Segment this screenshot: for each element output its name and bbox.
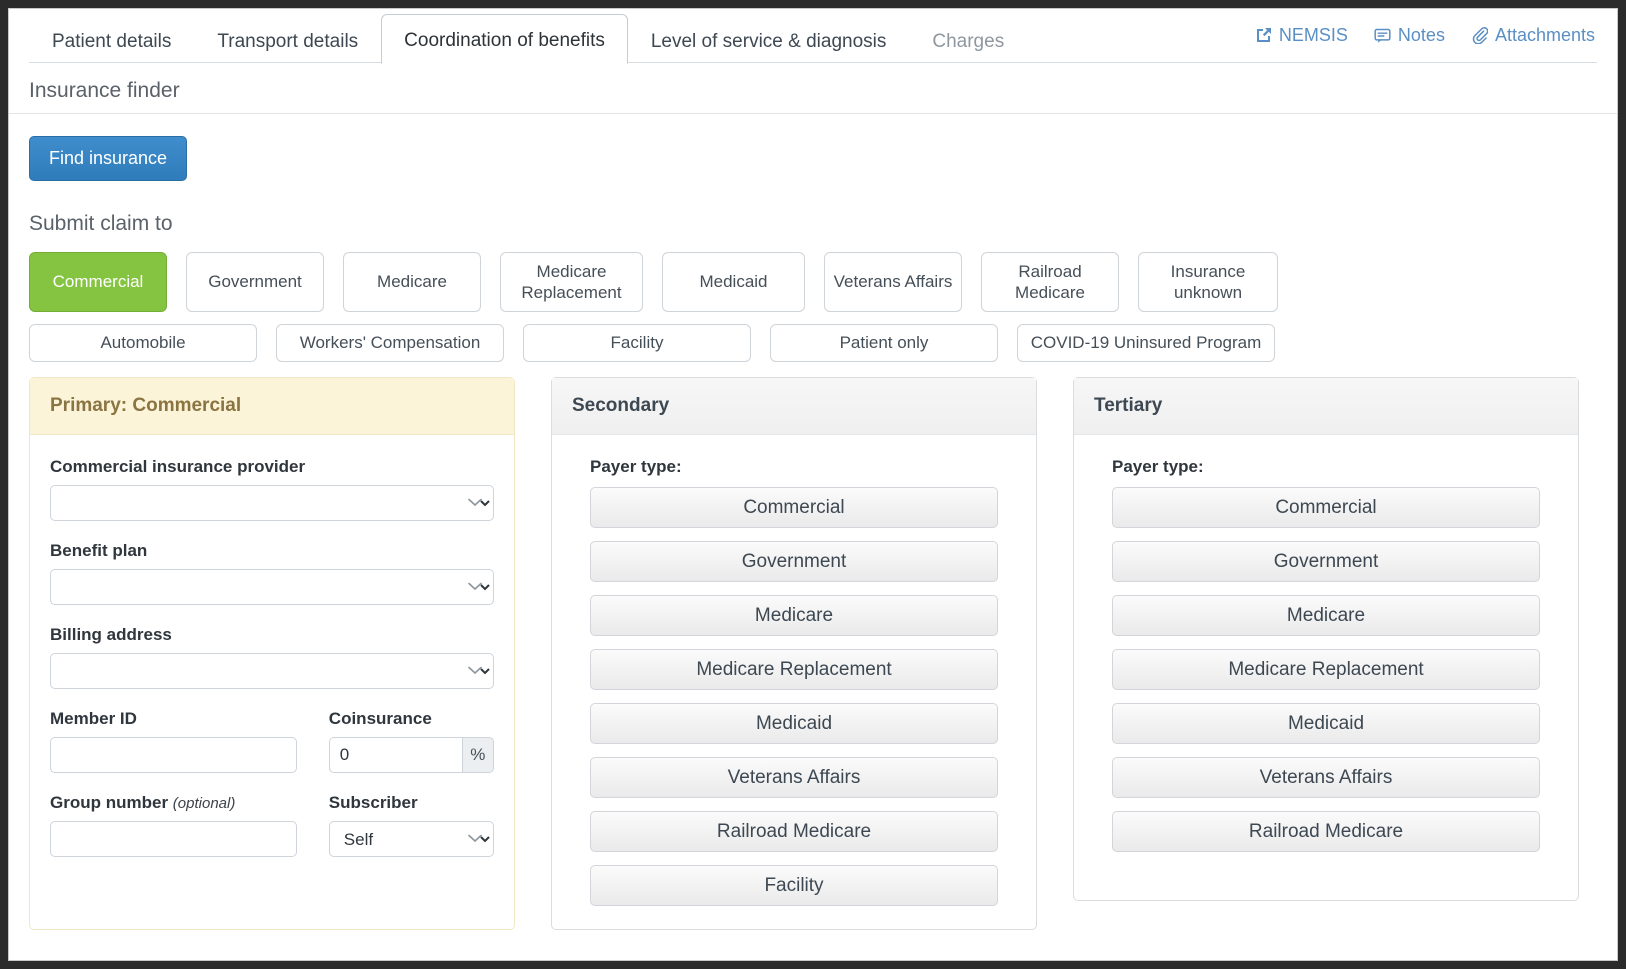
coverage-panels: Primary: Commercial Commercial insurance… [29,377,1597,930]
billing-address-select[interactable] [50,653,494,689]
submit-claim-row-1: Commercial Government Medicare Medicare Rep… [29,252,1597,312]
group-number-label-text: Group number [50,793,169,812]
billing-address-label: Billing address [50,625,172,644]
secondary-coverage-panel: Secondary Payer type: Commercial Governme… [551,377,1037,930]
tertiary-payer-veterans-affairs-button[interactable]: Veterans Affairs [1112,757,1540,798]
member-id-input[interactable] [50,737,297,773]
coinsurance-input[interactable] [328,737,463,773]
tab-bar: Patient details Transport details Coordina… [9,9,1617,64]
find-insurance-button[interactable]: Find insurance [29,136,188,181]
tertiary-payer-commercial-button[interactable]: Commercial [1112,487,1540,528]
nemsis-action-label: NEMSIS [1278,25,1348,45]
subscriber-field: Subscriber Self [328,793,494,857]
tertiary-panel-body: Payer type: Commercial Government Medicare… [1074,435,1578,874]
notes-action-label: Notes [1397,25,1445,45]
primary-panel-heading: Primary: Commercial [30,378,514,435]
tab-label: Coordination of benefits [404,30,605,51]
claim-to-workers-compensation-button[interactable]: Workers' Compensation [276,324,504,362]
app-window: Patient details Transport details Coordina… [8,8,1618,961]
primary-panel-body: Commercial insurance provider Benefit pl… [30,435,514,879]
notes-action[interactable]: Notes [1374,25,1445,46]
tab-label: Patient details [52,31,172,52]
benefit-plan-select[interactable] [50,569,494,605]
member-id-label: Member ID [50,709,137,728]
tab-list: Patient details Transport details Coordina… [29,9,1027,64]
secondary-payer-government-button[interactable]: Government [590,541,998,582]
member-coinsurance-row: Member ID Coinsurance % [50,709,494,773]
group-subscriber-row: Group number (optional) Subscriber Self [50,793,494,857]
submit-claim-heading: Submit claim to [29,212,173,235]
member-id-field: Member ID [50,709,297,773]
claim-to-medicare-replacement-button[interactable]: Medicare Replacement [500,252,643,312]
subscriber-select[interactable]: Self [328,821,494,857]
tab-actions: NEMSIS Notes Attachments [1255,25,1595,46]
page-title: Insurance finder [9,63,1617,114]
tertiary-payer-medicare-replacement-button[interactable]: Medicare Replacement [1112,649,1540,690]
secondary-payer-commercial-button[interactable]: Commercial [590,487,998,528]
secondary-payer-railroad-medicare-button[interactable]: Railroad Medicare [590,811,998,852]
tertiary-payer-type-label: Payer type: [1112,457,1204,476]
secondary-payer-veterans-affairs-button[interactable]: Veterans Affairs [590,757,998,798]
nemsis-action[interactable]: NEMSIS [1255,25,1348,46]
group-number-input[interactable] [50,821,297,857]
coinsurance-percent-addon: % [462,737,494,773]
attachments-action[interactable]: Attachments [1471,25,1595,46]
secondary-payer-medicare-button[interactable]: Medicare [590,595,998,636]
tertiary-panel-heading: Tertiary [1074,378,1578,435]
submit-claim-row-2: Automobile Workers' Compensation Facility P… [29,324,1597,362]
secondary-panel-body: Payer type: Commercial Government Medicare… [552,435,1036,928]
claim-to-railroad-medicare-button[interactable]: Railroad Medicare [981,252,1119,312]
claim-to-commercial-button[interactable]: Commercial [29,252,167,312]
tab-label: Level of service & diagnosis [650,31,887,52]
coinsurance-field: Coinsurance % [328,709,494,773]
claim-to-government-button[interactable]: Government [186,252,324,312]
tertiary-coverage-panel: Tertiary Payer type: Commercial Governmen… [1073,377,1579,901]
commercial-insurance-provider-label: Commercial insurance provider [50,457,306,476]
secondary-payer-medicare-replacement-button[interactable]: Medicare Replacement [590,649,998,690]
commercial-insurance-provider-field: Commercial insurance provider [50,457,494,521]
tertiary-payer-government-button[interactable]: Government [1112,541,1540,582]
group-number-optional-text: (optional) [172,795,236,812]
subscriber-label: Subscriber [328,793,418,812]
claim-to-veterans-affairs-button[interactable]: Veterans Affairs [824,252,962,312]
claim-to-patient-only-button[interactable]: Patient only [770,324,998,362]
secondary-payer-type-label: Payer type: [590,457,682,476]
group-number-field: Group number (optional) [50,793,297,857]
paperclip-icon [1471,27,1488,44]
tertiary-payer-medicare-button[interactable]: Medicare [1112,595,1540,636]
benefit-plan-field: Benefit plan [50,541,494,605]
tab-label: Transport details [217,31,359,52]
secondary-payer-button-list: Commercial Government Medicare Medicare Rep… [590,487,998,906]
external-link-icon [1255,27,1272,44]
tertiary-payer-railroad-medicare-button[interactable]: Railroad Medicare [1112,811,1540,852]
claim-to-medicare-button[interactable]: Medicare [343,252,481,312]
tab-patient-details[interactable]: Patient details [29,31,194,64]
billing-address-field: Billing address [50,625,494,689]
claim-to-covid-19-uninsured-program-button[interactable]: COVID-19 Uninsured Program [1017,324,1275,362]
claim-to-facility-button[interactable]: Facility [523,324,751,362]
secondary-panel-heading: Secondary [552,378,1036,435]
claim-to-insurance-unknown-button[interactable]: Insurance unknown [1138,252,1278,312]
claim-to-medicaid-button[interactable]: Medicaid [662,252,805,312]
primary-coverage-panel: Primary: Commercial Commercial insurance… [29,377,515,930]
tertiary-payer-medicaid-button[interactable]: Medicaid [1112,703,1540,744]
main-content: Find insurance Submit claim to Commercia… [9,114,1617,930]
group-number-label: Group number (optional) [50,793,297,813]
attachments-action-label: Attachments [1494,25,1595,45]
commercial-insurance-provider-select[interactable] [50,485,494,521]
benefit-plan-label: Benefit plan [50,541,148,560]
tab-bar-rule [29,62,1597,63]
coinsurance-label: Coinsurance [328,709,432,728]
comment-icon [1374,27,1391,44]
tab-transport-details[interactable]: Transport details [194,31,381,64]
tab-coordination-of-benefits[interactable]: Coordination of benefits [381,14,628,64]
tab-charges[interactable]: Charges [909,31,1027,64]
claim-to-automobile-button[interactable]: Automobile [29,324,257,362]
tab-level-of-service-diagnosis[interactable]: Level of service & diagnosis [628,31,910,64]
tab-label: Charges [932,31,1005,52]
secondary-payer-facility-button[interactable]: Facility [590,865,998,906]
tertiary-payer-button-list: Commercial Government Medicare Medicare Rep… [1112,487,1540,852]
secondary-payer-medicaid-button[interactable]: Medicaid [590,703,998,744]
